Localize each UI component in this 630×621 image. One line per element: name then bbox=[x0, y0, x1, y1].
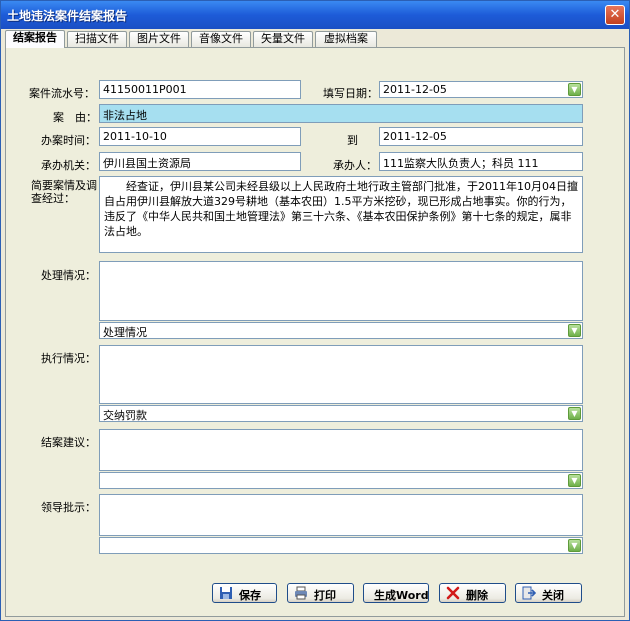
handle-end-field[interactable]: 2011-12-05 bbox=[379, 127, 583, 146]
case-no-label: 案件流水号： bbox=[29, 87, 95, 100]
delete-x-icon bbox=[446, 586, 460, 600]
dropdown-arrow-icon[interactable]: ▼ bbox=[568, 539, 581, 552]
tab-scan-files[interactable]: 扫描文件 bbox=[67, 31, 127, 47]
close-button-label: 关闭 bbox=[542, 589, 564, 602]
tab-image-files[interactable]: 图片文件 bbox=[129, 31, 189, 47]
delete-button-label: 删除 bbox=[466, 589, 488, 602]
closing-label: 结案建议： bbox=[41, 436, 96, 449]
exit-door-icon bbox=[522, 586, 536, 600]
summary-label: 简要案情及调查经过： bbox=[31, 179, 97, 205]
fill-date-label: 填写日期： bbox=[323, 87, 378, 100]
handle-time-label: 办案时间： bbox=[41, 134, 96, 147]
handler-label: 承办人： bbox=[333, 159, 377, 172]
title-bar[interactable]: 土地违法案件结案报告 ✕ bbox=[1, 1, 629, 29]
agency-label: 承办机关： bbox=[41, 159, 96, 172]
cause-label: 案 由： bbox=[53, 111, 97, 124]
save-icon bbox=[220, 587, 232, 599]
leader-label: 领导批示： bbox=[41, 501, 96, 514]
delete-button[interactable]: 删除 bbox=[439, 583, 506, 603]
handle-start-field[interactable]: 2011-10-10 bbox=[99, 127, 301, 146]
tab-media-files[interactable]: 音像文件 bbox=[191, 31, 251, 47]
case-no-field[interactable]: 41150011P001 bbox=[99, 80, 301, 99]
execution-select-value: 交纳罚款 bbox=[103, 409, 147, 422]
closing-select[interactable]: ▼ bbox=[99, 472, 583, 489]
execution-label: 执行情况： bbox=[41, 352, 96, 365]
printer-icon bbox=[295, 586, 307, 600]
processing-textarea[interactable] bbox=[99, 261, 583, 321]
to-label: 到 bbox=[347, 134, 358, 147]
tab-virtual-archive[interactable]: 虚拟档案 bbox=[315, 31, 377, 47]
processing-select-value: 处理情况 bbox=[103, 326, 147, 339]
dropdown-arrow-icon[interactable]: ▼ bbox=[568, 407, 581, 420]
dropdown-arrow-icon[interactable]: ▼ bbox=[568, 474, 581, 487]
leader-textarea[interactable] bbox=[99, 494, 583, 536]
dropdown-arrow-icon[interactable]: ▼ bbox=[568, 83, 581, 96]
processing-label: 处理情况： bbox=[41, 269, 96, 282]
fill-date-picker[interactable]: 2011-12-05 ▼ bbox=[379, 81, 583, 98]
dropdown-arrow-icon[interactable]: ▼ bbox=[568, 324, 581, 337]
print-button[interactable]: 打印 bbox=[287, 583, 354, 603]
close-button[interactable]: 关闭 bbox=[515, 583, 582, 603]
save-button[interactable]: 保存 bbox=[212, 583, 277, 603]
print-button-label: 打印 bbox=[314, 589, 336, 602]
execution-textarea[interactable] bbox=[99, 345, 583, 404]
fill-date-value: 2011-12-05 bbox=[383, 83, 447, 96]
summary-textarea[interactable]: 经查证，伊川县某公司未经县级以上人民政府土地行政主管部门批准，于2011年10月… bbox=[99, 176, 583, 253]
tab-closing-report[interactable]: 结案报告 bbox=[5, 30, 65, 48]
tab-vector-files[interactable]: 矢量文件 bbox=[253, 31, 313, 47]
agency-field[interactable]: 伊川县国土资源局 bbox=[99, 152, 301, 171]
generate-word-button-label: 生成Word bbox=[374, 589, 429, 602]
handler-field[interactable]: 111监察大队负责人；科员 111 bbox=[379, 152, 583, 171]
processing-select[interactable]: 处理情况 ▼ bbox=[99, 322, 583, 339]
cause-field[interactable]: 非法占地 bbox=[99, 104, 583, 123]
generate-word-button[interactable]: 生成Word bbox=[363, 583, 429, 603]
execution-select[interactable]: 交纳罚款 ▼ bbox=[99, 405, 583, 422]
save-button-label: 保存 bbox=[239, 589, 261, 602]
closing-textarea[interactable] bbox=[99, 429, 583, 471]
window-title: 土地违法案件结案报告 bbox=[7, 9, 128, 23]
leader-select[interactable]: ▼ bbox=[99, 537, 583, 554]
close-window-button[interactable]: ✕ bbox=[605, 5, 625, 25]
case-closing-window: 土地违法案件结案报告 ✕ 结案报告 扫描文件 图片文件 音像文件 矢量文件 虚拟… bbox=[0, 0, 630, 621]
